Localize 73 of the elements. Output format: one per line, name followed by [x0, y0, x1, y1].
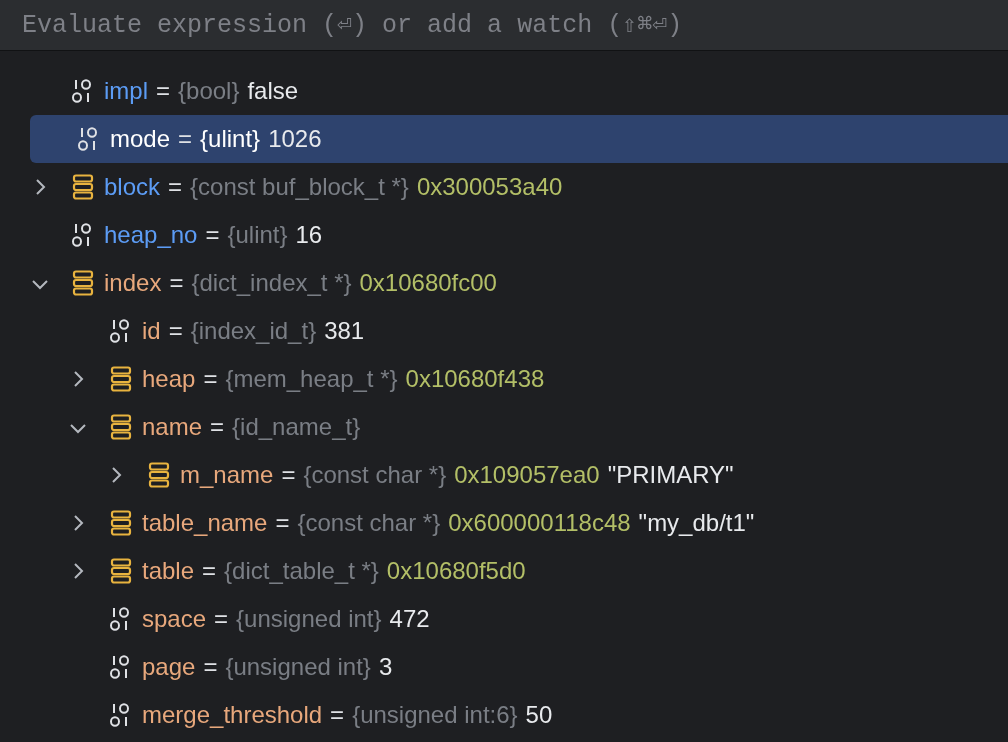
variable-name: heap — [142, 364, 196, 394]
address-value: 0x10680f438 — [405, 364, 545, 394]
variable-type: {const buf_block_t *} — [190, 172, 409, 202]
equals-sign: = — [214, 604, 229, 634]
equals-sign: = — [281, 460, 296, 490]
stacked-bars-icon — [110, 510, 132, 536]
address-value: 0x109057ea0 — [454, 460, 600, 490]
variable-name: impl — [104, 76, 148, 106]
stacked-bars-icon — [110, 414, 132, 440]
address-value: 0x300053a40 — [416, 172, 563, 202]
equals-sign: = — [169, 268, 184, 298]
variable-type: {ulint} — [227, 220, 288, 250]
equals-sign: = — [203, 364, 218, 394]
variable-type: {unsigned int:6} — [352, 700, 518, 730]
equals-sign: = — [178, 124, 193, 154]
variable-name: space — [142, 604, 207, 634]
variable-value: 50 — [525, 700, 553, 730]
variable-name: mode — [110, 124, 171, 154]
binary-icon — [110, 654, 132, 680]
variable-type: {index_id_t} — [190, 316, 317, 346]
variable-name: merge_threshold — [142, 700, 323, 730]
variable-value: 3 — [378, 652, 393, 682]
address-value: 0x10680f5d0 — [386, 556, 526, 586]
equals-sign: = — [156, 76, 171, 106]
variable-name: m_name — [180, 460, 274, 490]
equals-sign: = — [168, 172, 183, 202]
variable-type: {const char *} — [303, 460, 447, 490]
stacked-bars-icon — [72, 270, 94, 296]
equals-sign: = — [168, 316, 183, 346]
variable-value: 1026 — [268, 124, 322, 154]
equals-sign: = — [202, 556, 217, 586]
variable-type: {unsigned int} — [236, 604, 382, 634]
variable-value: 472 — [389, 604, 430, 634]
binary-icon — [72, 222, 94, 248]
variable-name: name — [142, 412, 203, 442]
binary-icon — [72, 78, 94, 104]
equals-sign: = — [275, 508, 290, 538]
variable-name: heap_no — [104, 220, 198, 250]
stacked-bars-icon — [148, 462, 170, 488]
stacked-bars-icon — [72, 174, 94, 200]
variable-value: 381 — [324, 316, 365, 346]
stacked-bars-icon — [110, 558, 132, 584]
variable-type: {dict_table_t *} — [224, 556, 379, 586]
variable-type: {dict_index_t *} — [191, 268, 352, 298]
variable-name: index — [104, 268, 162, 298]
variable-name: block — [104, 172, 161, 202]
variable-name: table_name — [142, 508, 268, 538]
variable-name: page — [142, 652, 196, 682]
equals-sign: = — [203, 652, 218, 682]
variable-value: "my_db/t1" — [638, 508, 755, 538]
variable-value: 16 — [295, 220, 323, 250]
equals-sign: = — [330, 700, 345, 730]
variable-type: {mem_heap_t *} — [225, 364, 398, 394]
variable-type: {ulint} — [200, 124, 261, 154]
evaluate-expression-field[interactable]: Evaluate expression (⏎) or add a watch (⇧⌘⏎) — [0, 0, 1008, 50]
equals-sign: = — [205, 220, 220, 250]
address-value: 0x10680fc00 — [359, 268, 497, 298]
variable-name: id — [142, 316, 161, 346]
binary-icon — [110, 702, 132, 728]
binary-icon — [110, 318, 132, 344]
variable-type: {bool} — [178, 76, 240, 106]
variable-type: {const char *} — [297, 508, 441, 538]
variable-name: table — [142, 556, 195, 586]
selected-row[interactable]: mode = {ulint} 1026 — [30, 115, 1008, 163]
variable-value: false — [247, 76, 299, 106]
address-value: 0x600000118c48 — [448, 508, 631, 538]
variable-type: {id_name_t} — [232, 412, 361, 442]
variable-value: "PRIMARY" — [607, 460, 734, 490]
equals-sign: = — [210, 412, 225, 442]
variable-type: {unsigned int} — [225, 652, 371, 682]
stacked-bars-icon — [110, 366, 132, 392]
binary-icon — [110, 606, 132, 632]
binary-icon — [78, 126, 100, 152]
